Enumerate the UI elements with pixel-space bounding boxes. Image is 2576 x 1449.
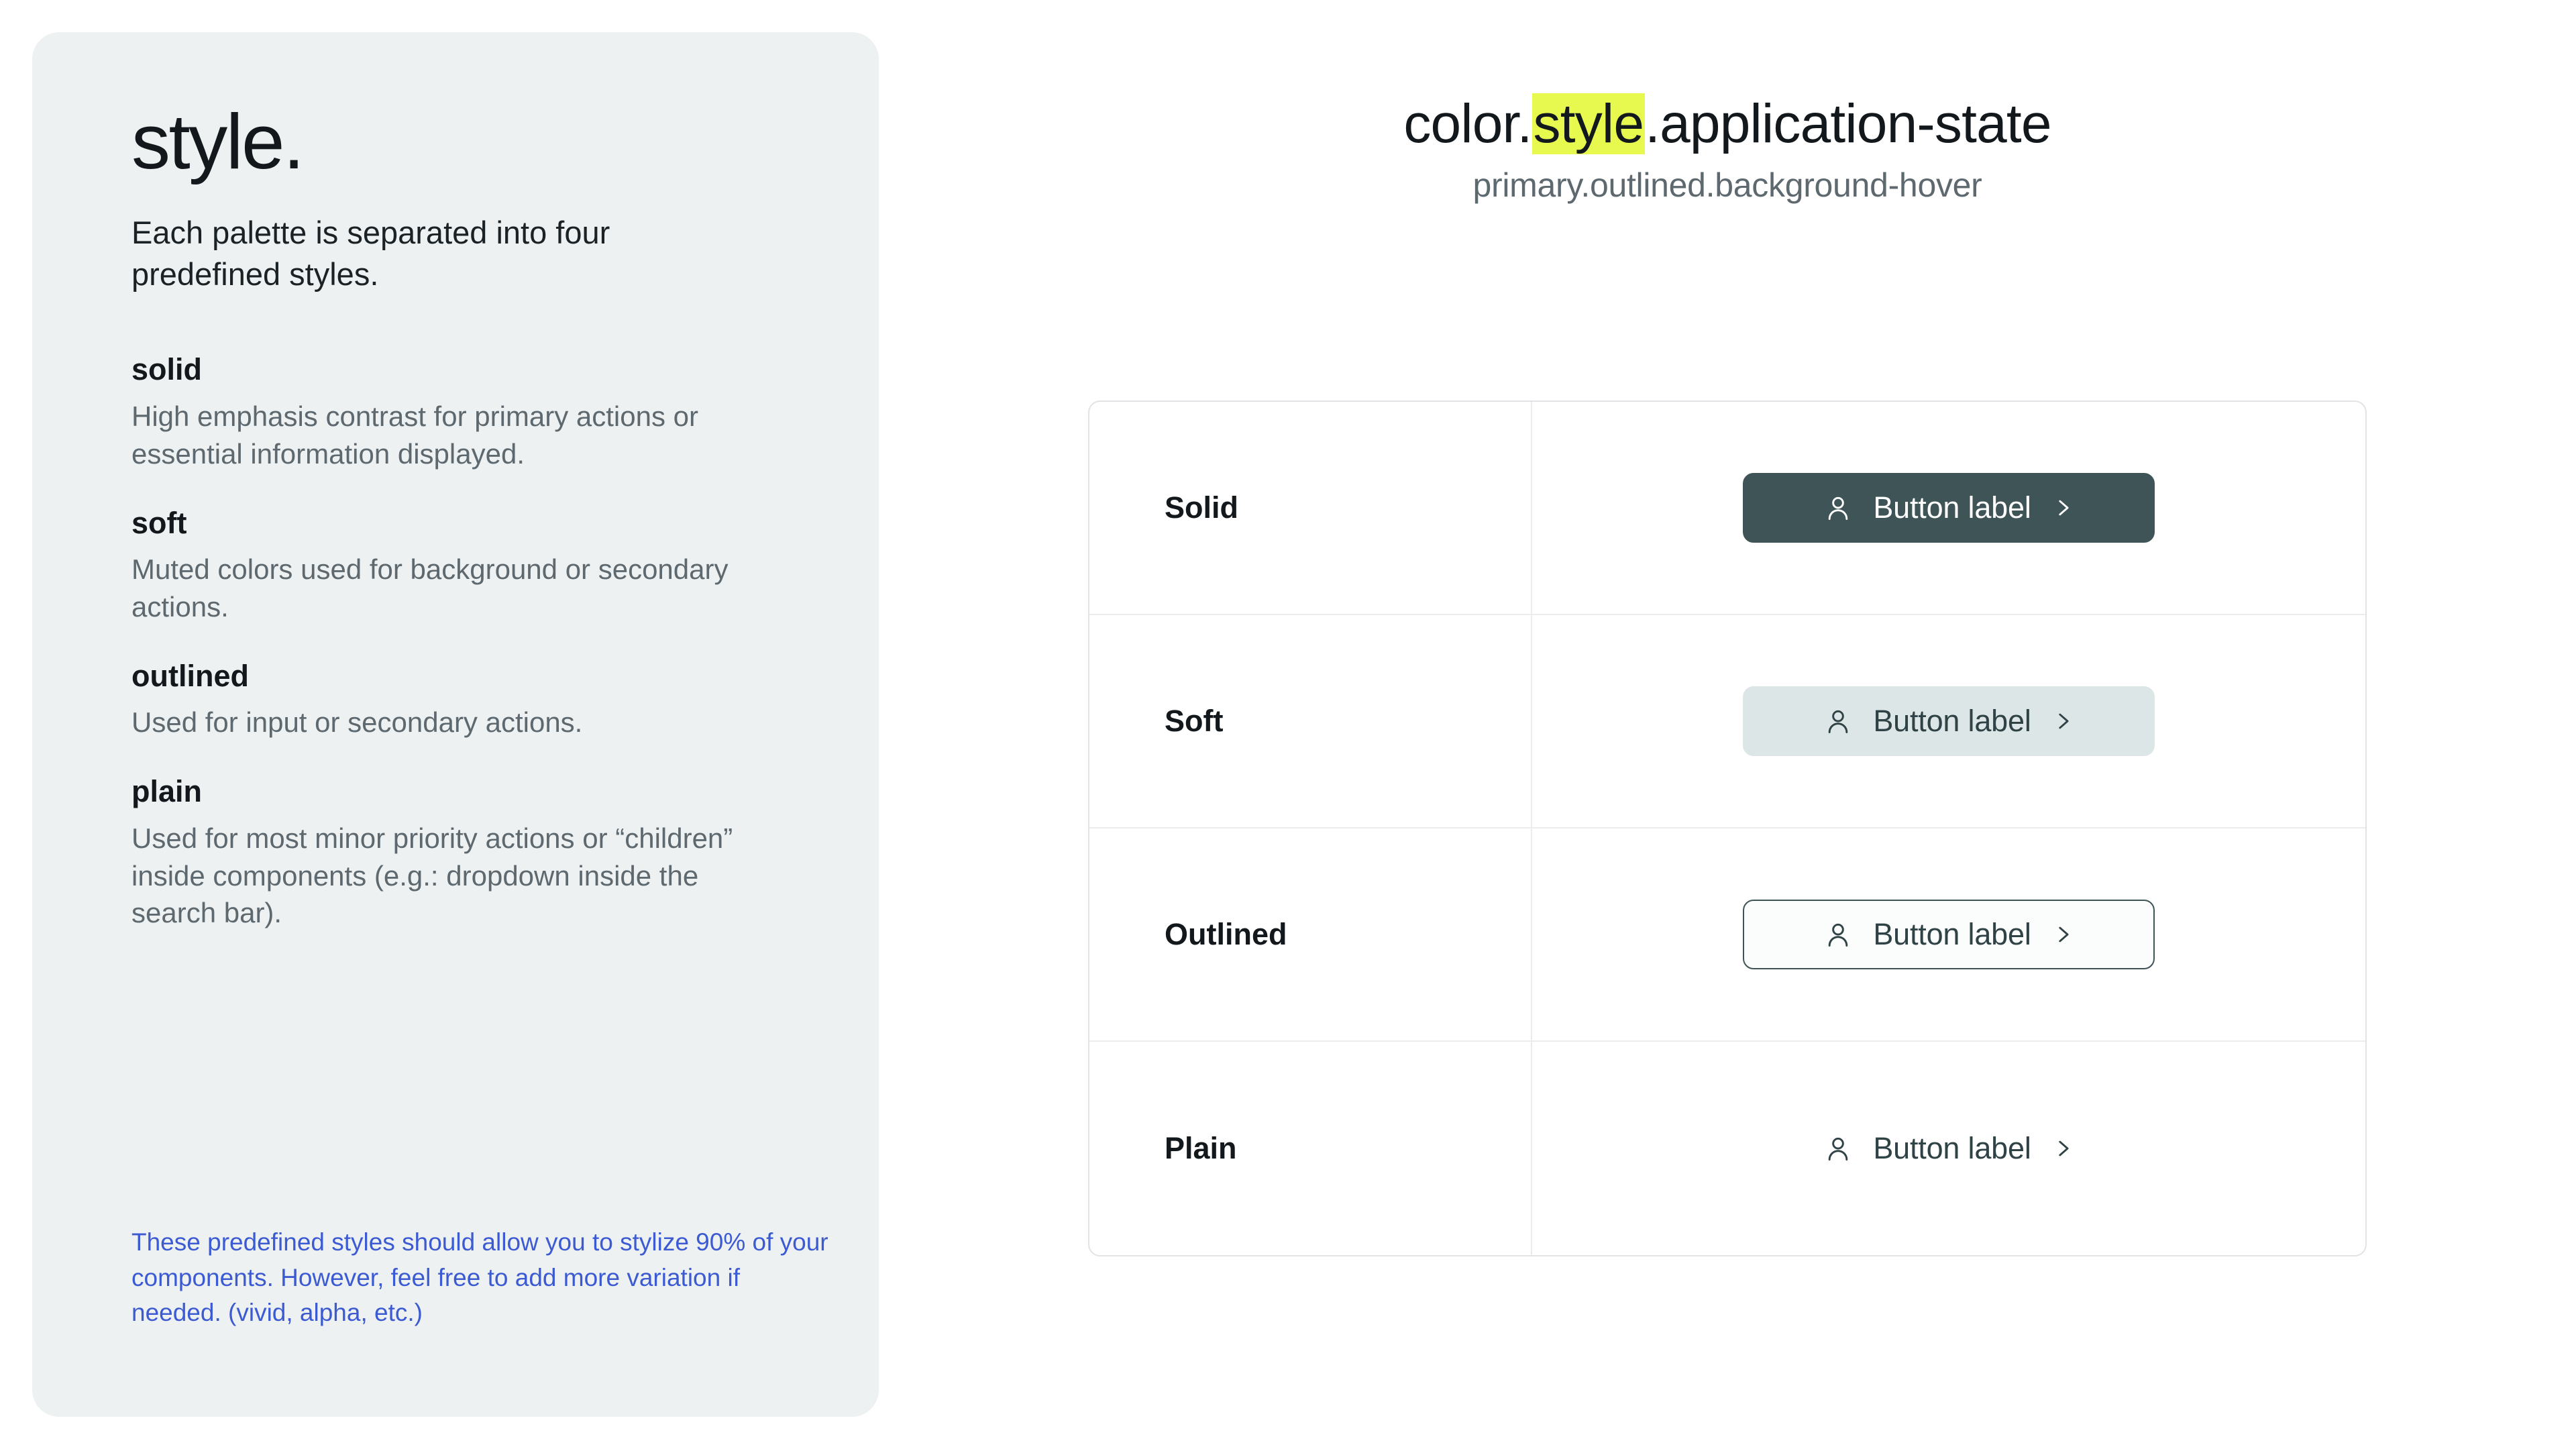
- row-label-solid: Solid: [1089, 402, 1532, 614]
- chevron-right-icon: [2051, 710, 2074, 733]
- intro-text: Each palette is separated into four pred…: [131, 215, 610, 292]
- style-preview-panel: color.style.application-state primary.ou…: [879, 0, 2576, 1449]
- style-name-soft: soft: [131, 505, 187, 540]
- style-name-solid: solid: [131, 352, 203, 387]
- chevron-right-icon: [2051, 1137, 2074, 1160]
- solid-button[interactable]: Button label: [1743, 473, 2155, 543]
- style-variants-table: Solid Button label Soft Button label Out…: [1088, 400, 2367, 1256]
- soft-button-label: Button label: [1873, 704, 2031, 738]
- outlined-button[interactable]: Button label: [1743, 900, 2155, 969]
- user-icon: [1823, 920, 1853, 949]
- style-definition-soft: soft Muted colors used for background or…: [131, 504, 780, 626]
- token-path-subtitle: primary.outlined.background-hover: [1472, 166, 1982, 205]
- style-definition-solid: solid High emphasis contrast for primary…: [131, 350, 780, 472]
- token-path-highlight: style: [1532, 93, 1646, 154]
- style-name-outlined: outlined: [131, 658, 249, 693]
- row-demo-plain: Button label: [1532, 1042, 2365, 1255]
- row-label-soft: Soft: [1089, 615, 1532, 827]
- chevron-right-icon: [2051, 923, 2074, 946]
- table-row: Plain Button label: [1089, 1042, 2365, 1255]
- style-description-soft: Muted colors used for background or seco…: [131, 553, 729, 623]
- design-system-style-page: style. Each palette is separated into fo…: [0, 0, 2576, 1449]
- chevron-right-icon: [2051, 496, 2074, 519]
- row-demo-soft: Button label: [1532, 615, 2365, 827]
- style-description-solid: High emphasis contrast for primary actio…: [131, 400, 698, 470]
- user-icon: [1823, 1134, 1853, 1163]
- style-definition-outlined: outlined Used for input or secondary act…: [131, 657, 780, 741]
- style-description-plain: Used for most minor priority actions or …: [131, 822, 733, 929]
- row-demo-solid: Button label: [1532, 402, 2365, 614]
- footnote-text: These predefined styles should allow you…: [131, 1228, 828, 1327]
- plain-button-label: Button label: [1873, 1131, 2031, 1165]
- solid-button-label: Button label: [1873, 490, 2031, 525]
- style-description-outlined: Used for input or secondary actions.: [131, 706, 583, 739]
- table-row: Outlined Button label: [1089, 828, 2365, 1042]
- style-definition-plain: plain Used for most minor priority actio…: [131, 772, 780, 932]
- preview-header: color.style.application-state primary.ou…: [879, 93, 2576, 205]
- table-row: Soft Button label: [1089, 615, 2365, 828]
- page-title: style.: [131, 98, 305, 185]
- soft-button[interactable]: Button label: [1743, 686, 2155, 756]
- token-path-suffix: .application-state: [1645, 93, 2051, 154]
- outlined-button-label: Button label: [1873, 917, 2031, 951]
- style-name-plain: plain: [131, 774, 203, 809]
- user-icon: [1823, 493, 1853, 523]
- row-label-plain: Plain: [1089, 1042, 1532, 1255]
- plain-button[interactable]: Button label: [1743, 1114, 2155, 1183]
- row-demo-outlined: Button label: [1532, 828, 2365, 1040]
- row-label-outlined: Outlined: [1089, 828, 1532, 1040]
- token-path-title: color.style.application-state: [879, 93, 2576, 154]
- table-row: Solid Button label: [1089, 402, 2365, 615]
- user-icon: [1823, 706, 1853, 736]
- token-path-prefix: color.: [1403, 93, 1532, 154]
- style-documentation-card: style. Each palette is separated into fo…: [32, 32, 879, 1417]
